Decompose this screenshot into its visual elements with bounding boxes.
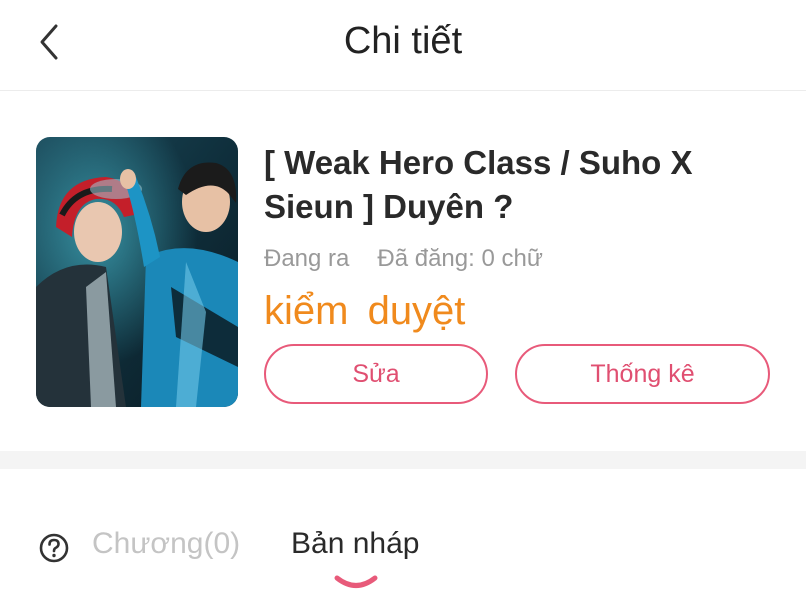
publish-status: Đang ra — [264, 245, 350, 272]
tab-drafts[interactable]: Bản nháp — [291, 527, 419, 561]
section-divider — [0, 451, 806, 469]
page-title: Chi tiết — [343, 20, 463, 62]
review-status: kiểm duyệt — [264, 289, 466, 333]
tab-bar: Chương(0) Bản nháp — [0, 469, 806, 600]
top-bar: Chi tiết — [0, 0, 806, 91]
story-title: [ Weak Hero Class / Suho X Sieun ] Duyên… — [264, 144, 693, 225]
edit-button[interactable]: Sửa — [264, 344, 488, 404]
word-count: Đã đăng: 0 chữ — [377, 245, 543, 272]
story-card: [ Weak Hero Class / Suho X Sieun ] Duyên… — [0, 91, 806, 451]
statistics-button[interactable]: Thống kê — [515, 344, 770, 404]
help-icon[interactable] — [38, 532, 70, 564]
story-meta: Đang ra Đã đăng: 0 chữ — [264, 245, 543, 273]
active-tab-indicator — [333, 573, 379, 593]
tab-chapters[interactable]: Chương(0) — [92, 527, 240, 561]
cover-image[interactable] — [36, 137, 238, 407]
